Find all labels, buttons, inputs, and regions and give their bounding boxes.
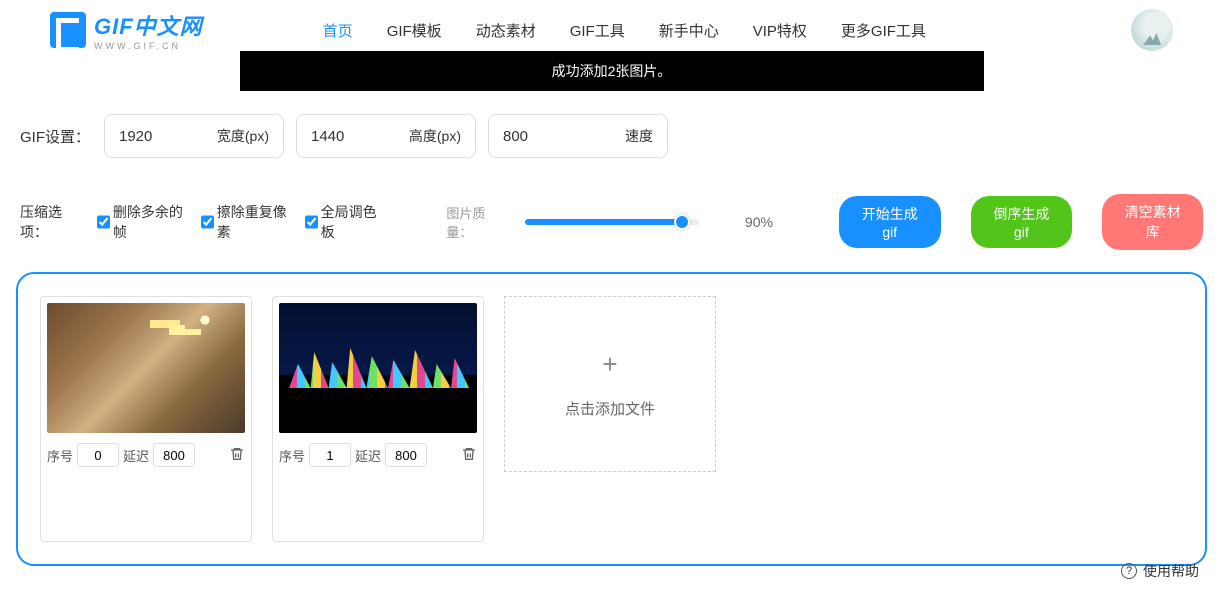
main-nav: 首页 GIF模板 动态素材 GIF工具 新手中心 VIP特权 更多GIF工具 <box>323 20 926 41</box>
logo-icon <box>50 12 86 48</box>
add-file-card[interactable]: + 点击添加文件 <box>504 296 716 472</box>
seq-input-0[interactable] <box>77 443 119 467</box>
frame-card-0[interactable]: 序号 延迟 <box>40 296 252 542</box>
nav-assets[interactable]: 动态素材 <box>476 20 536 41</box>
reverse-button[interactable]: 倒序生成gif <box>971 196 1073 248</box>
quality-label: 图片质量： <box>446 203 503 241</box>
seq-input-1[interactable] <box>309 443 351 467</box>
slider-thumb[interactable] <box>674 214 690 230</box>
frame-card-1[interactable]: 序号 延迟 <box>272 296 484 542</box>
frame-thumbnail-0 <box>47 303 245 433</box>
speed-suffix: 速度 <box>625 126 653 146</box>
delay-input-1[interactable] <box>385 443 427 467</box>
chk-global-palette[interactable] <box>305 215 318 229</box>
speed-input-group: 速度 <box>488 114 668 158</box>
nav-templates[interactable]: GIF模板 <box>387 20 442 41</box>
opt-global-palette[interactable]: 全局调色板 <box>305 202 381 242</box>
delay-input-0[interactable] <box>153 443 195 467</box>
opt-remove-frames[interactable]: 删除多余的帧 <box>97 202 185 242</box>
canvas-area: 序号 延迟 序号 延迟 + 点击添加文件 <box>16 272 1207 566</box>
logo[interactable]: GIF中文网 WWW.GIF.CN <box>50 9 203 51</box>
delay-label: 延迟 <box>123 446 149 465</box>
height-input-group: 高度(px) <box>296 114 476 158</box>
options-row: 压缩选项： 删除多余的帧 擦除重复像素 全局调色板 图片质量： 90% 开始生成… <box>0 158 1223 250</box>
logo-text: GIF中文网 WWW.GIF.CN <box>94 9 203 51</box>
help-text: 使用帮助 <box>1143 561 1199 581</box>
width-input[interactable] <box>119 128 199 145</box>
speed-input[interactable] <box>503 128 583 145</box>
nav-home[interactable]: 首页 <box>323 20 353 41</box>
seq-label: 序号 <box>279 446 305 465</box>
help-icon: ? <box>1121 563 1137 579</box>
avatar[interactable] <box>1131 9 1173 51</box>
settings-label: GIF设置： <box>20 126 90 147</box>
logo-sub: WWW.GIF.CN <box>94 41 203 51</box>
height-input[interactable] <box>311 128 391 145</box>
toast-message: 成功添加2张图片。 <box>240 51 984 91</box>
frame-controls-0: 序号 延迟 <box>47 443 245 467</box>
seq-label: 序号 <box>47 446 73 465</box>
chk-remove-frames[interactable] <box>97 215 110 229</box>
delete-icon[interactable] <box>229 446 245 465</box>
add-file-label: 点击添加文件 <box>565 398 655 419</box>
opt-erase-dup[interactable]: 擦除重复像素 <box>201 202 289 242</box>
width-suffix: 宽度(px) <box>217 126 269 146</box>
help-link[interactable]: ? 使用帮助 <box>1121 561 1199 581</box>
frame-controls-1: 序号 延迟 <box>279 443 477 467</box>
generate-button[interactable]: 开始生成gif <box>839 196 941 248</box>
nav-vip[interactable]: VIP特权 <box>753 20 807 41</box>
frame-thumbnail-1 <box>279 303 477 433</box>
logo-main: GIF中文网 <box>94 9 203 41</box>
delete-icon[interactable] <box>461 446 477 465</box>
slider-fill <box>525 219 682 225</box>
chk-erase-dup[interactable] <box>201 215 214 229</box>
nav-more[interactable]: 更多GIF工具 <box>841 20 926 41</box>
clear-button[interactable]: 清空素材库 <box>1102 194 1203 250</box>
height-suffix: 高度(px) <box>409 126 461 146</box>
quality-value: 90% <box>745 214 773 230</box>
delay-label: 延迟 <box>355 446 381 465</box>
quality-slider[interactable] <box>525 219 699 225</box>
compress-label: 压缩选项： <box>20 202 81 242</box>
nav-newbie[interactable]: 新手中心 <box>659 20 719 41</box>
plus-icon: + <box>602 349 617 380</box>
width-input-group: 宽度(px) <box>104 114 284 158</box>
nav-tools[interactable]: GIF工具 <box>570 20 625 41</box>
